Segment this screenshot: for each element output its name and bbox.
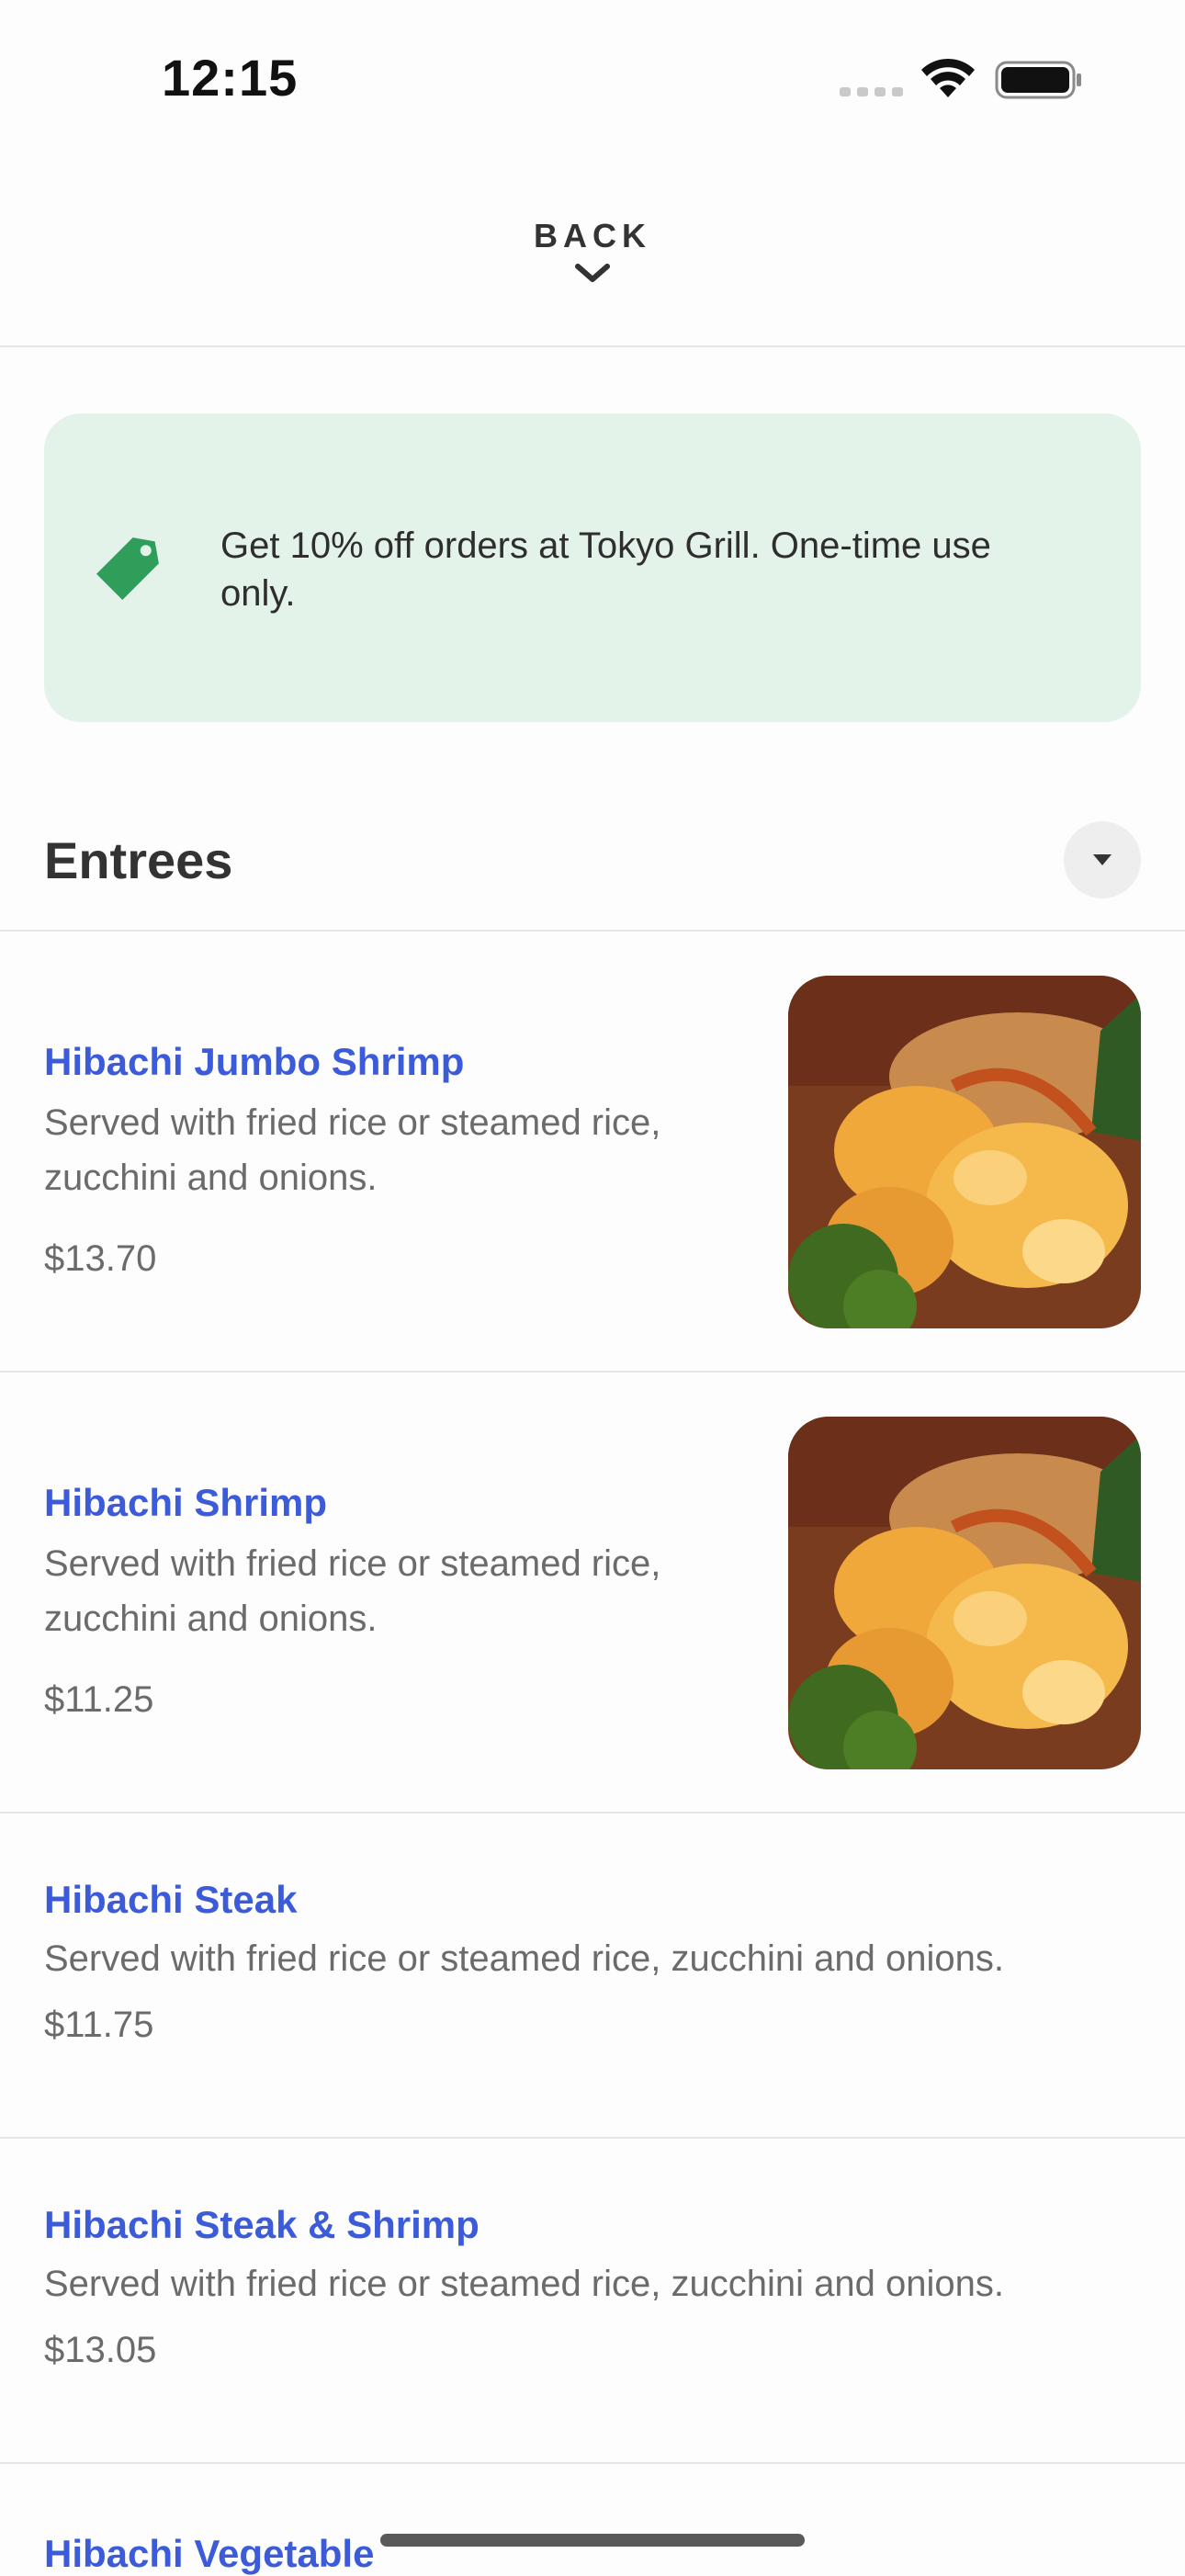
shrimp-photo-image [788,1417,1141,1769]
section-collapse-button[interactable] [1064,821,1141,898]
menu-item[interactable]: Hibachi Steak Served with fried rice or … [0,1813,1185,2139]
back-label: BACK [534,217,651,254]
cellular-signal-icon [840,87,903,96]
menu-item[interactable]: Hibachi Vegetable [0,2464,1185,2575]
menu-item[interactable]: Hibachi Steak & Shrimp Served with fried… [0,2139,1185,2464]
shrimp-photo-image [788,976,1141,1328]
top-header: BACK [0,156,1185,347]
item-name[interactable]: Hibachi Steak [44,1878,297,1922]
menu-item[interactable]: Hibachi Shrimp Served with fried rice or… [0,1373,1185,1813]
item-photo[interactable] [788,976,1141,1328]
menu-item[interactable]: Hibachi Jumbo Shrimp Served with fried r… [0,932,1185,1373]
item-price: $13.70 [44,1238,157,1279]
triangle-down-icon [1093,854,1112,865]
item-description: Served with fried rice or steamed rice, … [44,1543,661,1639]
wifi-icon [921,58,975,97]
section-header: Entrees [0,808,1185,932]
item-name[interactable]: Hibachi Shrimp [44,1481,327,1525]
item-price: $11.75 [44,2005,154,2045]
item-name[interactable]: Hibachi Jumbo Shrimp [44,1040,464,1084]
item-price: $11.25 [44,1679,154,1720]
battery-icon [995,61,1081,99]
item-name[interactable]: Hibachi Vegetable [44,2532,374,2576]
item-description: Served with fried rice or steamed rice, … [44,2264,1004,2304]
back-button[interactable]: BACK [501,211,684,322]
item-name[interactable]: Hibachi Steak & Shrimp [44,2203,480,2247]
promo-banner: Get 10% off orders at Tokyo Grill. One-t… [44,413,1141,722]
item-description: Served with fried rice or steamed rice, … [44,1102,661,1198]
status-bar: 12:15 [0,0,1185,156]
item-price: $13.05 [44,2330,157,2370]
item-description: Served with fried rice or steamed rice, … [44,1938,1004,1979]
status-time: 12:15 [162,49,299,107]
section-title: Entrees [44,831,233,889]
promo-text: Get 10% off orders at Tokyo Grill. One-t… [220,525,991,614]
chevron-down-icon [575,264,610,282]
item-photo[interactable] [788,1417,1141,1769]
price-tag-icon [96,537,159,601]
home-indicator[interactable] [380,2534,805,2547]
